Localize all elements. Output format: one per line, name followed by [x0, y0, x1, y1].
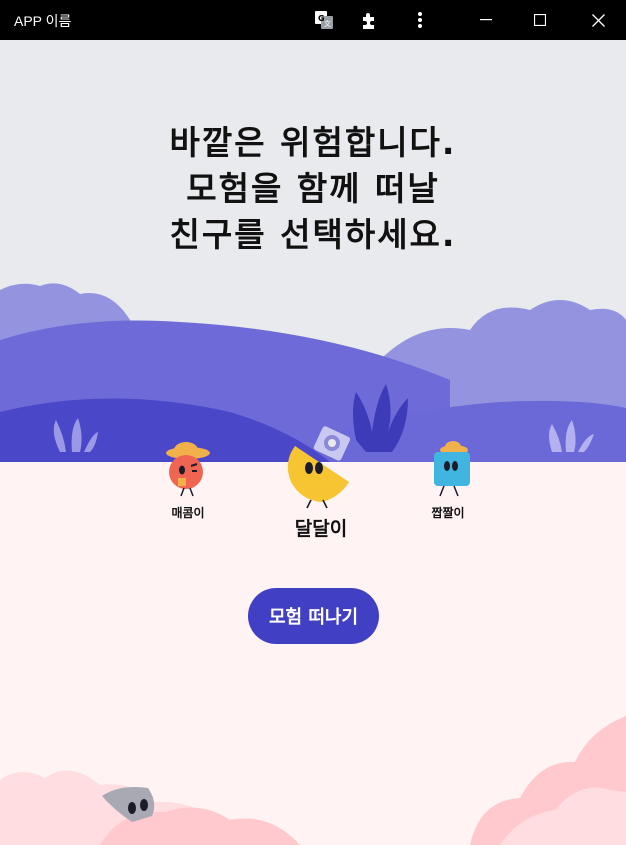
title-bar: APP 이름 G 文: [0, 0, 626, 40]
character-jjapjjari[interactable]: 짭짤이: [412, 440, 484, 521]
character-label: 매콤이: [171, 506, 205, 520]
extension-icon[interactable]: [356, 0, 384, 40]
svg-text:文: 文: [324, 19, 331, 28]
daldari-avatar: [287, 426, 351, 509]
minimize-icon[interactable]: [466, 0, 506, 40]
more-vertical-icon[interactable]: [406, 0, 434, 40]
character-maekomi[interactable]: 매콤이: [150, 440, 226, 521]
character-label: 달달이: [294, 518, 348, 540]
translate-icon[interactable]: G 文: [310, 0, 338, 40]
maekomi-avatar: [166, 442, 210, 497]
app-content: 바깥은 위험합니다. 모험을 함께 떠날 친구를 선택하세요. 매콤이 달달이 …: [0, 40, 626, 845]
character-label: 짭짤이: [431, 506, 465, 520]
maximize-icon[interactable]: [520, 0, 560, 40]
jjapjjari-avatar: [434, 441, 470, 497]
app-title: APP 이름: [14, 13, 72, 29]
start-adventure-button[interactable]: 모험 떠나기: [248, 588, 379, 644]
close-icon[interactable]: [578, 0, 618, 40]
character-daldari[interactable]: 달달이: [276, 426, 366, 541]
